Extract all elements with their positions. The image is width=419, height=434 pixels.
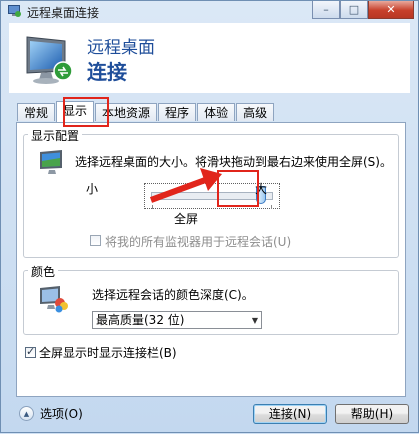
tab-display[interactable]: 显示 <box>56 101 95 122</box>
colors-title: 颜色 <box>28 263 59 280</box>
remote-desktop-app-icon <box>8 5 21 17</box>
minimize-button[interactable]: – <box>312 1 340 19</box>
header-title-line2: 连接 <box>87 60 127 84</box>
options-toggle[interactable]: ▲ 选项(O) <box>19 405 83 422</box>
tab-general[interactable]: 常规 <box>17 103 56 121</box>
slider-min-label: 小 <box>86 182 99 196</box>
use-all-monitors-checkbox[interactable] <box>90 235 101 246</box>
color-depth-description: 选择远程会话的颜色深度(C)。 <box>92 288 254 302</box>
chevron-down-icon: ▼ <box>251 316 258 325</box>
slider-max-label: 大 <box>255 182 268 196</box>
window-title: 远程桌面连接 <box>27 6 100 20</box>
show-connection-bar-label: 全屏显示时显示连接栏(B) <box>39 346 177 360</box>
header-banner: 远程桌面 连接 <box>9 23 410 93</box>
remote-desktop-window: 远程桌面连接 – □ ✕ 远程桌面 连接 常规 显示 本地资源 程序 体验 高级… <box>0 0 419 433</box>
tab-local-resources[interactable]: 本地资源 <box>95 103 158 121</box>
close-button[interactable]: ✕ <box>368 1 414 19</box>
display-size-description: 选择远程桌面的大小。将滑块拖动到最右边来使用全屏(S)。 <box>75 155 392 169</box>
slider-tick <box>271 205 272 209</box>
chevron-up-icon[interactable]: ▲ <box>19 406 34 421</box>
title-bar[interactable]: 远程桌面连接 – □ ✕ <box>1 1 418 23</box>
color-depth-icon <box>40 286 68 313</box>
tab-programs[interactable]: 程序 <box>158 103 197 121</box>
display-config-title: 显示配置 <box>28 127 83 144</box>
display-config-group: 显示配置 选择远程桌面的大小。将滑块拖动到最右边来使用全屏(S)。 小 大 全屏… <box>23 127 399 258</box>
help-button[interactable]: 帮助(H) <box>335 404 409 424</box>
remote-desktop-monitor-icon <box>26 36 73 84</box>
tab-strip: 常规 显示 本地资源 程序 体验 高级 <box>17 101 275 123</box>
display-tab-panel: 显示配置 选择远程桌面的大小。将滑块拖动到最右边来使用全屏(S)。 小 大 全屏… <box>16 122 406 397</box>
tab-experience[interactable]: 体验 <box>197 103 236 121</box>
connect-button[interactable]: 连接(N) <box>253 404 327 424</box>
colors-group: 颜色 选择远程会话的颜色深度(C)。 最高质量(32 位) ▼ <box>23 263 399 335</box>
maximize-button[interactable]: □ <box>340 1 368 19</box>
display-monitor-icon <box>40 150 62 174</box>
color-depth-select[interactable]: 最高质量(32 位) ▼ <box>92 311 262 329</box>
header-title-line1: 远程桌面 <box>87 38 155 58</box>
slider-value-label: 全屏 <box>174 212 199 226</box>
use-all-monitors-label: 将我的所有监视器用于远程会话(U) <box>105 235 292 249</box>
options-label: 选项(O) <box>40 407 83 421</box>
slider-tick <box>152 205 153 209</box>
color-depth-selected-value: 最高质量(32 位) <box>96 313 185 327</box>
tab-advanced[interactable]: 高级 <box>236 103 275 121</box>
show-connection-bar-checkbox[interactable] <box>25 345 36 358</box>
